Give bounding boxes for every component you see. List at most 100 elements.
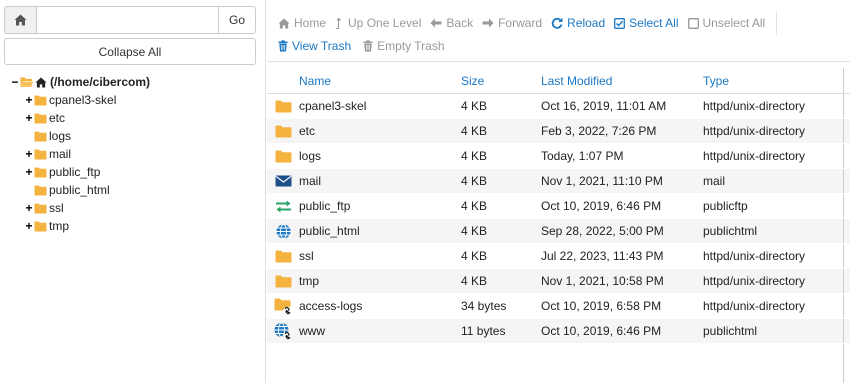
unselect-all-label: Unselect All xyxy=(702,16,766,30)
file-size: 4 KB xyxy=(461,124,488,138)
forward-label: Forward xyxy=(498,16,543,30)
select-all-label: Select All xyxy=(629,16,679,30)
home-icon xyxy=(14,14,27,26)
level-up-icon xyxy=(335,17,344,30)
table-row[interactable]: logs 4 KB Today, 1:07 PM httpd/unix-directo… xyxy=(267,144,850,169)
tree-node-label[interactable]: mail xyxy=(49,147,71,161)
file-name[interactable]: access-logs xyxy=(299,299,461,313)
tree-node-label[interactable]: ssl xyxy=(49,201,64,215)
ftp-icon xyxy=(275,200,292,213)
home-directory-button[interactable] xyxy=(4,6,37,34)
tree-node[interactable]: +public_html xyxy=(10,181,260,199)
file-name[interactable]: tmp xyxy=(299,274,461,288)
checkbox-checked-icon xyxy=(614,17,626,29)
file-list-pane: Home Up One Level Back Forward Reload Se… xyxy=(267,0,850,383)
collapse-toggle-icon[interactable]: − xyxy=(10,75,20,89)
table-row[interactable]: tmp 4 KB Nov 1, 2021, 10:58 PM httpd/unix-d… xyxy=(267,269,850,294)
file-last-modified: Oct 10, 2019, 6:46 PM xyxy=(541,199,662,213)
trash-icon xyxy=(363,40,373,52)
file-last-modified: Oct 10, 2019, 6:58 PM xyxy=(541,299,662,313)
expand-toggle-icon[interactable]: + xyxy=(24,111,34,125)
file-name[interactable]: cpanel3-skel xyxy=(299,99,461,113)
folder-icon xyxy=(275,100,292,113)
tree-node[interactable]: + mail xyxy=(10,145,260,163)
file-last-modified: Today, 1:07 PM xyxy=(541,149,624,163)
table-row[interactable]: www 11 bytes Oct 10, 2019, 6:46 PM publicht… xyxy=(267,319,850,344)
table-row[interactable]: cpanel3-skel 4 KB Oct 16, 2019, 11:01 AM ht… xyxy=(267,94,850,119)
table-row[interactable]: access-logs 34 bytes Oct 10, 2019, 6:58 PM… xyxy=(267,294,850,319)
empty-trash-button[interactable]: Empty Trash xyxy=(363,39,453,53)
expand-toggle-icon[interactable]: + xyxy=(24,219,34,233)
tree-node-label[interactable]: cpanel3-skel xyxy=(49,93,116,107)
expand-toggle-icon[interactable]: + xyxy=(24,147,34,161)
row-overflow-edge xyxy=(843,169,850,193)
globe-link-icon xyxy=(274,322,293,340)
toolbar-divider xyxy=(776,11,778,35)
table-row[interactable]: etc 4 KB Feb 3, 2022, 7:26 PM httpd/unix-di… xyxy=(267,119,850,144)
file-name[interactable]: etc xyxy=(299,124,461,138)
table-body: cpanel3-skel 4 KB Oct 16, 2019, 11:01 AM ht… xyxy=(267,94,850,383)
directory-tree-pane: Go Collapse All − (/home/cibercom) + cpan… xyxy=(0,0,266,383)
column-header-size[interactable]: Size xyxy=(461,74,541,88)
view-trash-button[interactable]: View Trash xyxy=(278,39,360,53)
tree-node-label[interactable]: tmp xyxy=(49,219,69,233)
file-size: 4 KB xyxy=(461,199,488,213)
tree-node-label[interactable]: public_html xyxy=(49,183,110,197)
arrow-left-icon xyxy=(430,18,442,28)
tree-node-label[interactable]: logs xyxy=(49,129,71,143)
expand-toggle-icon[interactable]: + xyxy=(24,165,34,179)
tree-node[interactable]: + tmp xyxy=(10,217,260,235)
folder-icon xyxy=(34,149,47,160)
expand-toggle-icon[interactable]: + xyxy=(24,93,34,107)
row-overflow-edge xyxy=(843,94,850,118)
tree-root-label[interactable]: (/home/cibercom) xyxy=(50,75,150,89)
directory-tree: − (/home/cibercom) +cpanel3-skel+etc+log… xyxy=(10,73,260,235)
select-all-button[interactable]: Select All xyxy=(614,16,687,30)
table-row[interactable]: mail 4 KB Nov 1, 2021, 11:10 PM mail xyxy=(267,169,850,194)
file-type: publichtml xyxy=(703,224,758,238)
column-header-last-modified[interactable]: Last Modified xyxy=(541,74,703,88)
unselect-all-button[interactable]: Unselect All xyxy=(687,16,775,30)
row-overflow-edge xyxy=(843,244,850,268)
file-size: 34 bytes xyxy=(461,299,507,313)
up-one-level-button[interactable]: Up One Level xyxy=(335,16,430,30)
collapse-all-button[interactable]: Collapse All xyxy=(4,38,256,65)
file-name[interactable]: public_ftp xyxy=(299,199,461,213)
folder-icon xyxy=(275,150,292,163)
file-size: 11 bytes xyxy=(461,324,506,338)
table-row[interactable]: ssl 4 KB Jul 22, 2023, 11:43 PM httpd/unix-… xyxy=(267,244,850,269)
table-row[interactable]: public_html 4 KB Sep 28, 2022, 5:00 PM publ… xyxy=(267,219,850,244)
home-button[interactable]: Home xyxy=(278,16,335,30)
expand-toggle-icon[interactable]: + xyxy=(24,201,34,215)
column-header-name[interactable]: Name xyxy=(299,74,461,88)
go-button[interactable]: Go xyxy=(218,6,256,34)
table-row[interactable]: public_ftp 4 KB Oct 10, 2019, 6:46 PM publi… xyxy=(267,194,850,219)
checkbox-empty-icon xyxy=(687,17,699,29)
file-name[interactable]: mail xyxy=(299,174,461,188)
file-name[interactable]: ssl xyxy=(299,249,461,263)
trash-icon xyxy=(278,40,288,52)
tree-node[interactable]: + ssl xyxy=(10,199,260,217)
column-header-type[interactable]: Type xyxy=(703,74,843,88)
forward-button[interactable]: Forward xyxy=(482,16,551,30)
row-overflow-edge xyxy=(843,269,850,293)
file-name[interactable]: www xyxy=(299,324,461,338)
tree-node[interactable]: + cpanel3-skel xyxy=(10,91,260,109)
file-type: httpd/unix-directory xyxy=(703,274,806,288)
file-last-modified: Oct 16, 2019, 11:01 AM xyxy=(541,99,667,113)
file-name[interactable]: logs xyxy=(299,149,461,163)
path-input[interactable] xyxy=(37,6,218,34)
folder-icon xyxy=(34,167,47,178)
tree-node[interactable]: + public_ftp xyxy=(10,163,260,181)
folder-link-icon xyxy=(274,298,293,315)
tree-node[interactable]: + etc xyxy=(10,109,260,127)
back-button[interactable]: Back xyxy=(430,16,482,30)
tree-root[interactable]: − (/home/cibercom) xyxy=(10,73,260,91)
tree-node-label[interactable]: etc xyxy=(49,111,65,125)
file-type: publicftp xyxy=(703,199,748,213)
folder-icon xyxy=(34,185,47,196)
reload-button[interactable]: Reload xyxy=(551,16,614,30)
file-name[interactable]: public_html xyxy=(299,224,461,238)
tree-node-label[interactable]: public_ftp xyxy=(49,165,100,179)
tree-node[interactable]: +logs xyxy=(10,127,260,145)
